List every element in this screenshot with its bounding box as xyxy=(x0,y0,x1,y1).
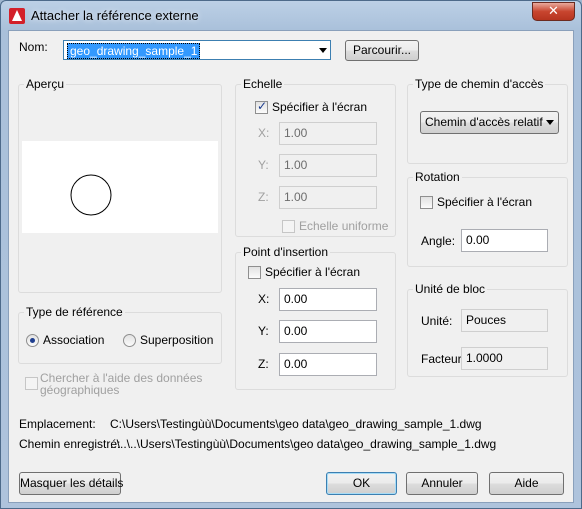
scale-specify-label: Spécifier à l'écran xyxy=(272,100,368,114)
uniform-scale-checkbox[interactable] xyxy=(282,220,295,233)
hide-details-button[interactable]: Masquer les détails xyxy=(19,472,123,495)
scale-title: Echelle xyxy=(241,77,285,91)
rotation-specify-label: Spécifier à l'écran xyxy=(437,195,533,209)
insertion-y-label: Y: xyxy=(258,324,269,338)
insertion-point-group: Point d'insertion Spécifier à l'écran X:… xyxy=(235,245,396,390)
overlay-label: Superposition xyxy=(140,333,214,347)
scale-x-label: X: xyxy=(258,126,270,140)
title-bar[interactable]: Attacher la référence externe ✕ xyxy=(1,1,581,31)
name-label: Nom: xyxy=(19,40,48,54)
saved-path-value: ..\..\..\Users\Testingùù\Documents\geo d… xyxy=(110,437,497,451)
attach-label: Association xyxy=(43,333,105,347)
unit-value: Pouces xyxy=(461,309,548,332)
unit-label: Unité: xyxy=(421,314,453,328)
insertion-x-label: X: xyxy=(258,292,270,306)
scale-z-label: Z: xyxy=(258,190,269,204)
rotation-title: Rotation xyxy=(413,170,462,184)
attach-radio[interactable] xyxy=(26,334,39,347)
preview-title: Aperçu xyxy=(24,77,67,91)
geo-locate-label-line2: géographiques xyxy=(40,383,120,397)
uniform-scale-label: Echelle uniforme xyxy=(299,219,389,233)
rotation-specify-checkbox[interactable] xyxy=(420,196,433,209)
angle-label: Angle: xyxy=(421,234,456,248)
scale-x-input[interactable]: 1.00 xyxy=(279,122,377,145)
help-button[interactable]: Aide xyxy=(489,472,564,495)
geo-locate-checkbox[interactable] xyxy=(25,377,38,390)
dialog-window: Attacher la référence externe ✕ Nom: geo… xyxy=(0,0,582,509)
insertion-x-input[interactable]: 0.00 xyxy=(279,288,377,311)
close-icon: ✕ xyxy=(548,4,559,19)
scale-y-label: Y: xyxy=(258,158,269,172)
angle-input[interactable]: 0.00 xyxy=(461,229,548,252)
dialog-title: Attacher la référence externe xyxy=(31,8,199,23)
path-type-value: Chemin d'accès relatif xyxy=(425,115,543,129)
insertion-specify-checkbox[interactable] xyxy=(248,266,261,279)
scale-specify-checkbox[interactable]: ✓ xyxy=(255,99,268,114)
location-label: Emplacement: xyxy=(19,417,96,431)
scale-group: Echelle ✓ Spécifier à l'écran X: 1.00 Y:… xyxy=(235,77,396,237)
scale-y-input[interactable]: 1.00 xyxy=(279,154,377,177)
factor-label: Facteur: xyxy=(421,352,466,366)
block-unit-group: Unité de bloc Unité: Pouces Facteur: 1.0… xyxy=(407,282,568,377)
cancel-button[interactable]: Annuler xyxy=(406,472,478,495)
block-unit-title: Unité de bloc xyxy=(413,282,488,296)
factor-value: 1.0000 xyxy=(461,347,548,370)
preview-group: Aperçu xyxy=(18,77,222,293)
scale-z-input[interactable]: 1.00 xyxy=(279,186,377,209)
radio-selected-dot xyxy=(30,338,35,343)
reference-type-group: Type de référence Association Superposit… xyxy=(18,305,222,364)
insertion-z-input[interactable]: 0.00 xyxy=(279,353,377,376)
autocad-logo-icon xyxy=(9,8,25,24)
rotation-group: Rotation Spécifier à l'écran Angle: 0.00 xyxy=(407,170,568,267)
insertion-specify-label: Spécifier à l'écran xyxy=(265,265,361,279)
path-type-title: Type de chemin d'accès xyxy=(413,77,546,91)
saved-path-label: Chemin enregistré: xyxy=(19,437,121,451)
ok-button[interactable]: OK xyxy=(326,472,397,495)
name-value: geo_drawing_sample_1 xyxy=(67,43,201,59)
chevron-down-icon[interactable] xyxy=(319,48,327,53)
close-button[interactable]: ✕ xyxy=(532,2,575,21)
checkmark-icon: ✓ xyxy=(257,99,268,113)
overlay-radio[interactable] xyxy=(123,334,136,347)
preview-canvas xyxy=(22,141,218,233)
reference-type-title: Type de référence xyxy=(24,305,125,319)
location-value: C:\Users\Testingùù\Documents\geo data\ge… xyxy=(110,417,482,431)
path-type-group: Type de chemin d'accès Chemin d'accès re… xyxy=(407,77,568,164)
path-type-select[interactable]: Chemin d'accès relatif xyxy=(420,111,559,134)
chevron-down-icon[interactable] xyxy=(546,120,554,125)
browse-button[interactable]: Parcourir... xyxy=(345,40,419,61)
insertion-y-input[interactable]: 0.00 xyxy=(279,320,377,343)
name-combobox[interactable]: geo_drawing_sample_1 xyxy=(63,40,331,60)
preview-drawing xyxy=(70,174,112,216)
insertion-point-title: Point d'insertion xyxy=(241,245,331,259)
insertion-z-label: Z: xyxy=(258,357,269,371)
dialog-body: Nom: geo_drawing_sample_1 Parcourir... A… xyxy=(8,30,574,503)
